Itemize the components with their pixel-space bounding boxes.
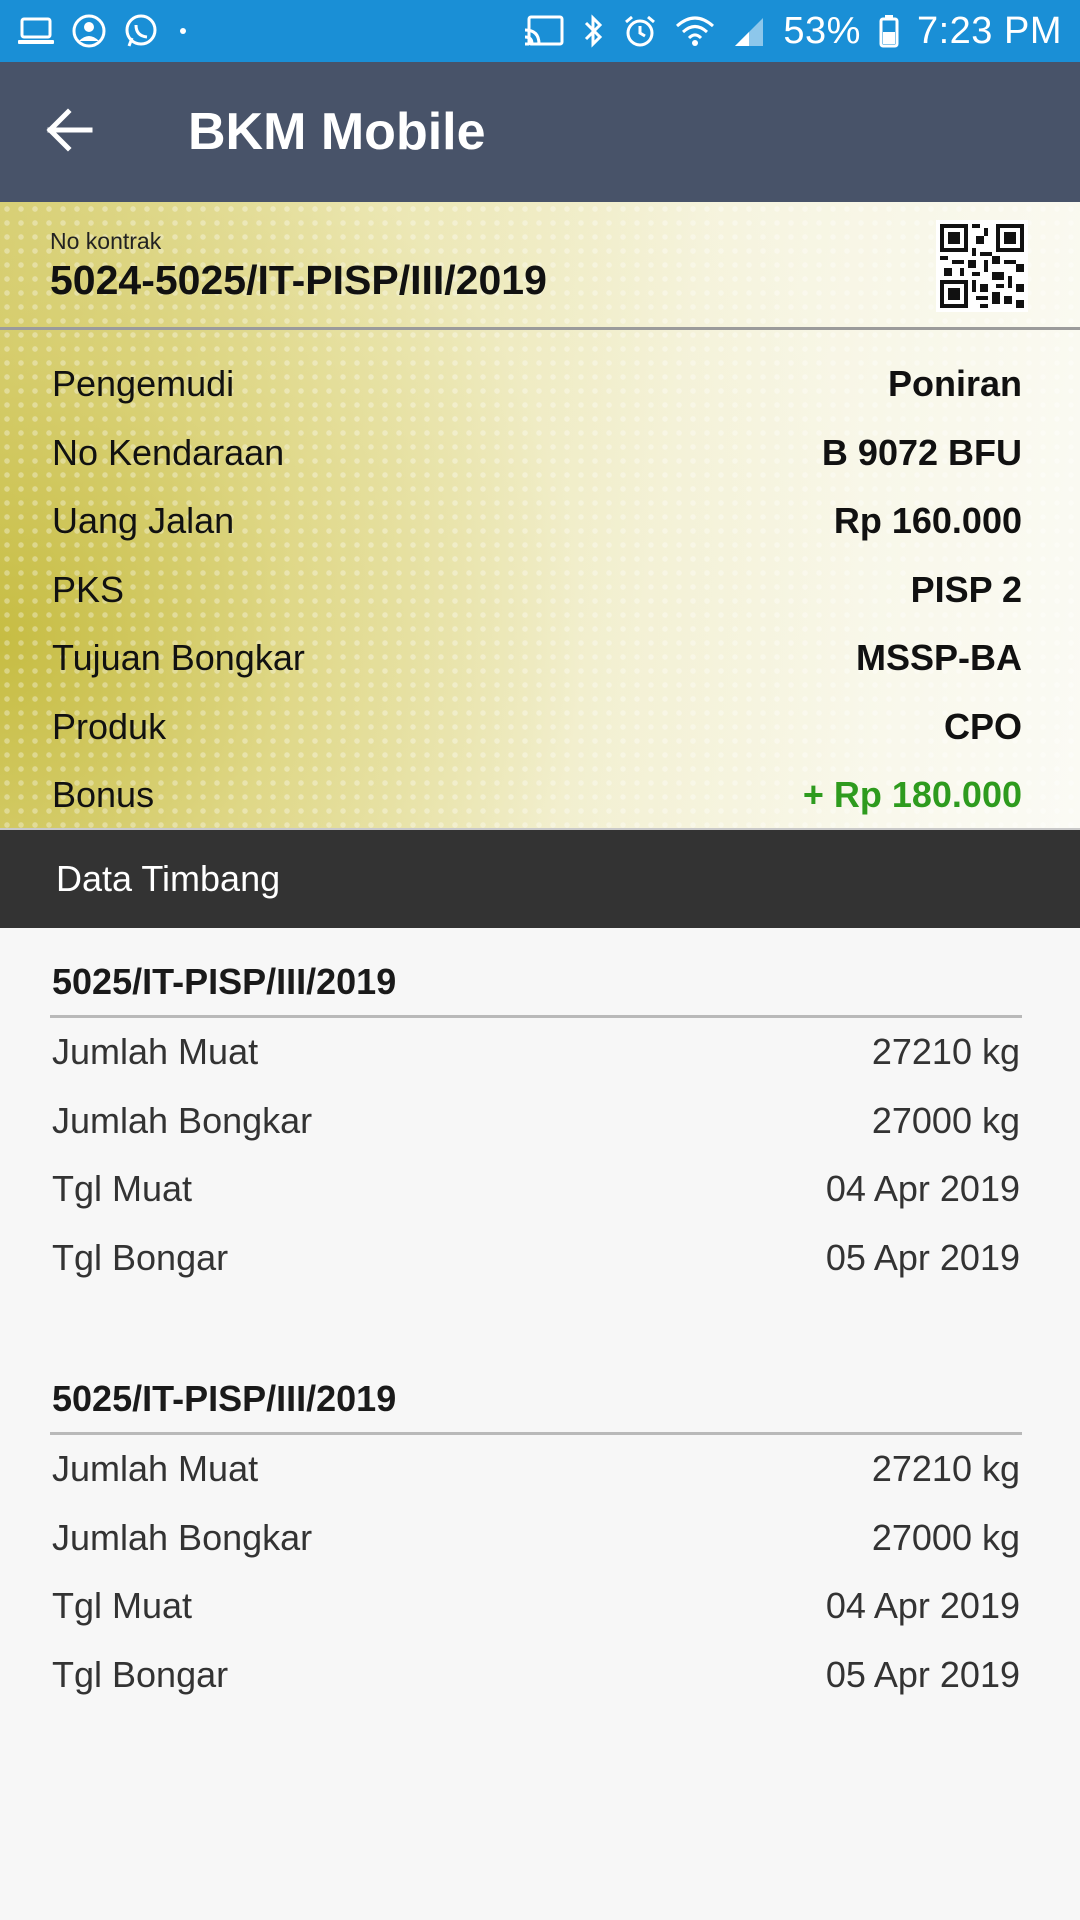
weighing-row: Tgl Muat 04 Apr 2019 <box>50 1572 1022 1641</box>
detail-label: Produk <box>52 705 167 747</box>
detail-row-travel-money: Uang Jalan Rp 160.000 <box>52 487 1022 556</box>
cast-icon <box>523 14 565 48</box>
weighing-label: Tgl Bongar <box>52 1653 229 1695</box>
detail-row-destination: Tujuan Bongkar MSSP-BA <box>52 624 1022 693</box>
detail-row-product: Produk CPO <box>52 693 1022 762</box>
detail-row-vehicle: No Kendaraan B 9072 BFU <box>52 419 1022 488</box>
weighing-row: Jumlah Muat 27210 kg <box>50 1018 1022 1087</box>
battery-percent: 53% <box>783 9 861 52</box>
weighing-card: 5025/IT-PISP/III/2019 Jumlah Muat 27210 … <box>50 948 1022 1292</box>
weighing-label: Tgl Muat <box>52 1168 193 1210</box>
weighing-title: 5025/IT-PISP/III/2019 <box>50 1365 1022 1435</box>
weighing-title: 5025/IT-PISP/III/2019 <box>50 948 1022 1018</box>
detail-label: No Kendaraan <box>52 431 285 473</box>
weighing-row: Tgl Muat 04 Apr 2019 <box>50 1155 1022 1224</box>
contract-number: 5024-5025/IT-PISP/III/2019 <box>50 257 547 303</box>
contract-details: Pengemudi Poniran No Kendaraan B 9072 BF… <box>0 330 1080 828</box>
battery-icon <box>879 14 899 48</box>
weighing-value: 05 Apr 2019 <box>825 1236 1020 1278</box>
back-button[interactable] <box>0 62 140 202</box>
weighing-value: 27000 kg <box>871 1516 1020 1558</box>
wifi-icon <box>675 14 715 48</box>
detail-value: Poniran <box>887 363 1022 405</box>
section-title: Data Timbang <box>56 858 281 899</box>
status-bar-left <box>18 14 190 48</box>
weighing-label: Jumlah Muat <box>52 1448 259 1490</box>
weighing-row: Jumlah Bongkar 27000 kg <box>50 1504 1022 1573</box>
alarm-icon <box>623 14 657 48</box>
laptop-icon <box>18 16 54 46</box>
weighing-value: 27210 kg <box>871 1448 1020 1490</box>
detail-label: Bonus <box>52 774 155 816</box>
weighing-value: 27000 kg <box>871 1099 1020 1141</box>
arrow-left-icon <box>46 107 94 157</box>
dot-icon <box>176 14 190 48</box>
detail-value: PISP 2 <box>910 568 1022 610</box>
weighing-row: Tgl Bongar 05 Apr 2019 <box>50 1224 1022 1293</box>
weighing-label: Jumlah Muat <box>52 1031 259 1073</box>
detail-value: CPO <box>943 705 1022 747</box>
detail-label: PKS <box>52 568 125 610</box>
weighing-value: 04 Apr 2019 <box>825 1585 1020 1627</box>
detail-value: B 9072 BFU <box>821 431 1022 473</box>
weighing-row: Jumlah Muat 27210 kg <box>50 1435 1022 1504</box>
detail-row-bonus: Bonus + Rp 180.000 <box>52 761 1022 828</box>
detail-value: Rp 160.000 <box>833 500 1022 542</box>
bonus-value: + Rp 180.000 <box>802 774 1022 816</box>
signal-icon <box>733 14 765 48</box>
detail-label: Uang Jalan <box>52 500 235 542</box>
contract-card: No kontrak 5024-5025/IT-PISP/III/2019 Pe… <box>0 202 1080 830</box>
status-bar: 53% 7:23 PM <box>0 0 1080 62</box>
status-time: 7:23 PM <box>916 9 1062 52</box>
detail-value: MSSP-BA <box>855 637 1022 679</box>
account-icon <box>72 14 106 48</box>
weighing-label: Jumlah Bongkar <box>52 1516 313 1558</box>
weighing-value: 04 Apr 2019 <box>825 1168 1020 1210</box>
whatsapp-icon <box>124 14 158 48</box>
weighing-row: Jumlah Bongkar 27000 kg <box>50 1087 1022 1156</box>
contract-label: No kontrak <box>50 228 162 254</box>
detail-label: Pengemudi <box>52 363 235 405</box>
weighing-value: 05 Apr 2019 <box>825 1653 1020 1695</box>
section-header: Data Timbang <box>0 830 1080 928</box>
weighing-label: Tgl Bongar <box>52 1236 229 1278</box>
detail-row-pks: PKS PISP 2 <box>52 556 1022 625</box>
qr-code-icon[interactable] <box>936 220 1028 312</box>
detail-row-driver: Pengemudi Poniran <box>52 350 1022 419</box>
weighing-label: Tgl Muat <box>52 1585 193 1627</box>
app-bar: BKM Mobile <box>0 62 1080 202</box>
contract-header: No kontrak 5024-5025/IT-PISP/III/2019 <box>0 202 1080 330</box>
weighing-label: Jumlah Bongkar <box>52 1099 313 1141</box>
weighing-row: Tgl Bongar 05 Apr 2019 <box>50 1641 1022 1710</box>
bluetooth-icon <box>583 13 605 49</box>
weighing-card: 5025/IT-PISP/III/2019 Jumlah Muat 27210 … <box>50 1365 1022 1709</box>
app-title: BKM Mobile <box>188 103 486 161</box>
status-bar-right: 53% 7:23 PM <box>523 10 1062 53</box>
detail-label: Tujuan Bongkar <box>52 637 305 679</box>
weighing-value: 27210 kg <box>871 1031 1020 1073</box>
